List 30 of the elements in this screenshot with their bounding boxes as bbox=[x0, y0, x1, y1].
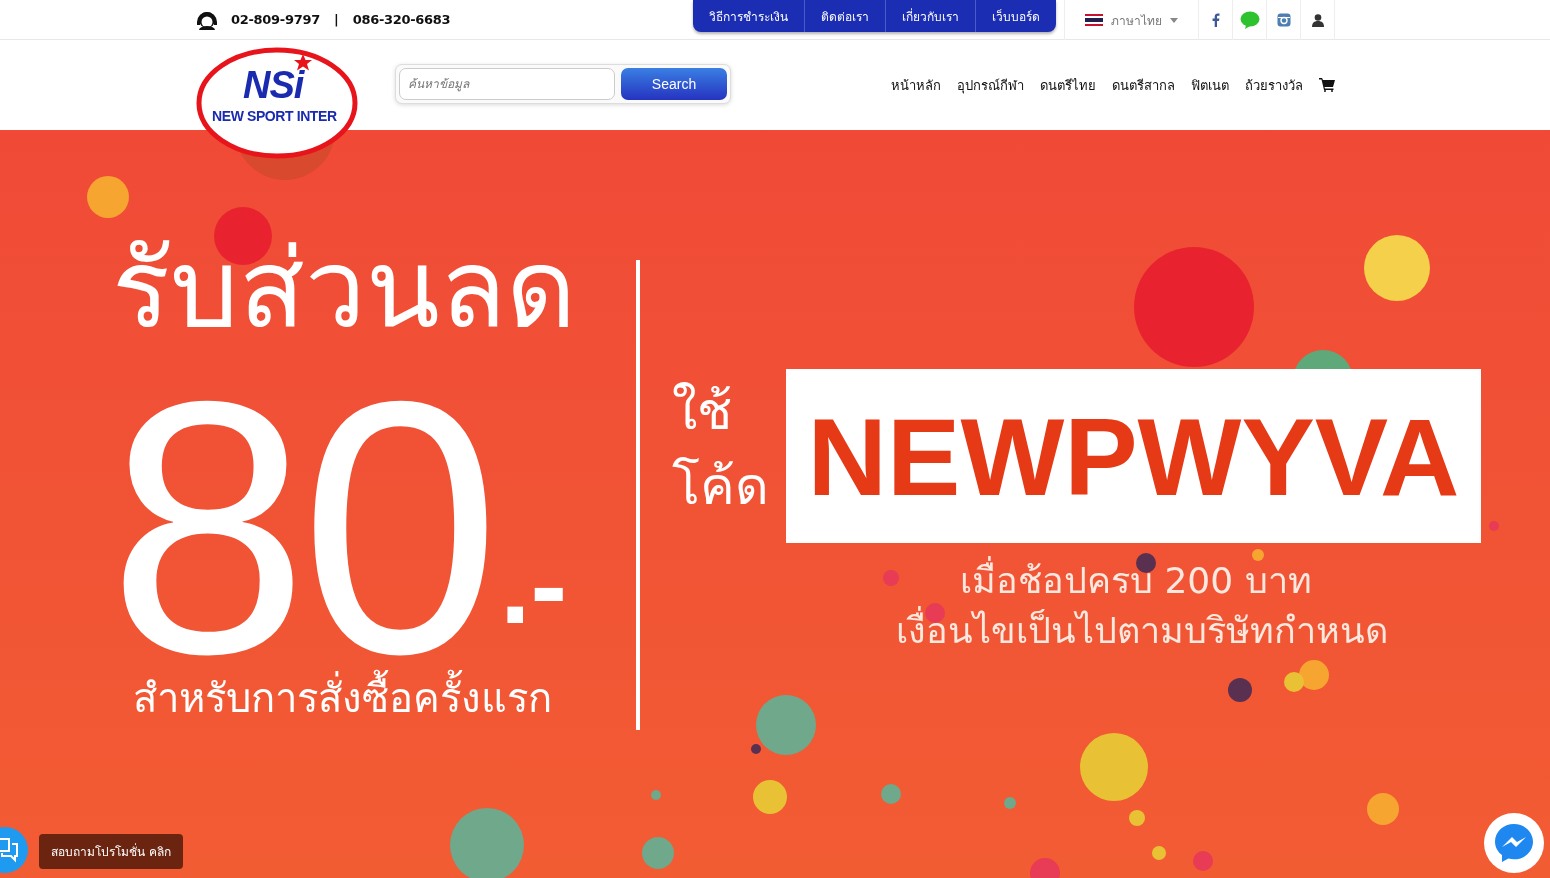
banner-text: โค้ด bbox=[672, 455, 769, 518]
flag-icon bbox=[1085, 14, 1103, 26]
phone-number: 086-320-6683 bbox=[352, 12, 451, 27]
amount-suffix: .- bbox=[500, 530, 568, 640]
condition-text: เงื่อนไขเป็นไปตามบริษัทกำหนด bbox=[896, 606, 1388, 657]
nav-link[interactable]: ดนตรีไทย bbox=[1040, 74, 1096, 96]
chat-tooltip[interactable]: สอบถามโปรโมชั่น คลิก bbox=[39, 834, 183, 869]
phone-number: 02-809-9797 bbox=[231, 12, 320, 27]
cart-icon[interactable] bbox=[1319, 78, 1335, 92]
top-link[interactable]: ติดต่อเรา bbox=[804, 0, 885, 32]
banner-subline: สำหรับการสั่งซื้อครั้งแรก bbox=[133, 666, 552, 730]
search-field[interactable]: ค้นหาข้อมูล bbox=[399, 68, 615, 100]
language-selector[interactable]: ภาษาไทย bbox=[1064, 0, 1199, 40]
discount-amount: 80 bbox=[108, 387, 493, 668]
nav-link[interactable]: ฟิตเนต bbox=[1191, 74, 1229, 96]
search-button[interactable]: Search bbox=[621, 68, 727, 100]
caret-icon bbox=[1170, 17, 1178, 23]
nav-link[interactable]: ถ้วยรางวัล bbox=[1245, 74, 1303, 96]
top-link[interactable]: เว็บบอร์ด bbox=[975, 0, 1056, 32]
messenger-icon bbox=[1492, 821, 1536, 865]
banner-text: ใช้ bbox=[672, 380, 732, 443]
nav-link[interactable]: ดนตรีสากล bbox=[1112, 74, 1175, 96]
nav-link[interactable]: หน้าหลัก bbox=[891, 74, 941, 96]
top-link[interactable]: วิธีการชำระเงิน bbox=[693, 0, 804, 32]
promo-code: NEWPWYVA bbox=[786, 369, 1481, 543]
condition-text: เมื่อช้อปครบ 200 บาท bbox=[960, 556, 1312, 607]
separator: | bbox=[333, 12, 339, 27]
banner-headline: รับส่วนลด bbox=[112, 225, 576, 353]
nav-link[interactable]: อุปกรณ์กีฬา bbox=[957, 74, 1024, 96]
top-link[interactable]: เกี่ยวกับเรา bbox=[885, 0, 975, 32]
